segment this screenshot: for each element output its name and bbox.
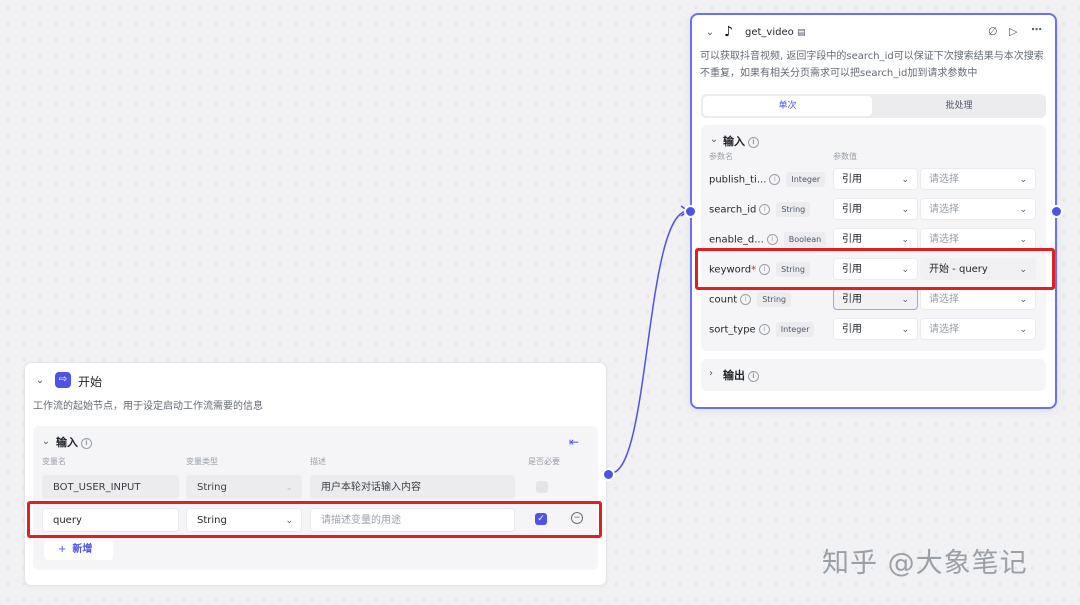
collapse-chevron-icon[interactable]: ⌄ — [34, 375, 46, 386]
info-icon: i — [766, 234, 778, 245]
param-value-select[interactable]: 请选择 ⌄ — [920, 318, 1036, 340]
variable-type-select: String ⌄ — [186, 475, 302, 499]
start-node-title: 开始 — [78, 375, 103, 389]
get-video-description: 可以获取抖音视频, 返回字段中的search_id可以保证下次搜索结果与本次搜索… — [700, 51, 1044, 79]
param-type-tag: String — [776, 202, 811, 217]
input-collapse-chevron-icon[interactable]: ⌄ — [40, 436, 52, 447]
import-icon[interactable]: ⇤ — [569, 435, 579, 449]
info-icon: i — [740, 294, 752, 305]
info-icon: i — [748, 370, 759, 382]
column-header-type: 变量类型 — [186, 457, 218, 466]
column-header-name: 变量名 — [42, 457, 66, 466]
column-header-param-value: 参数值 — [833, 152, 857, 161]
highlight-box-query-row — [27, 501, 602, 538]
param-name: count i String — [709, 292, 792, 307]
param-value-select[interactable]: 请选择 ⌄ — [920, 228, 1036, 250]
param-name: publish_ti... i Integer — [709, 172, 826, 187]
column-header-param-name: 参数名 — [709, 152, 733, 161]
param-type-tag: String — [757, 292, 792, 307]
param-mode-select[interactable]: 引用 ⌄ — [833, 228, 918, 250]
param-type-tag: Integer — [786, 172, 826, 187]
column-header-required: 是否必要 — [528, 457, 560, 466]
param-mode-select[interactable]: 引用 ⌄ — [833, 288, 918, 310]
param-mode-select[interactable]: 引用 ⌄ — [833, 198, 918, 220]
param-type-tag: Integer — [775, 322, 815, 337]
param-mode-select[interactable]: 引用 ⌄ — [833, 168, 918, 190]
param-name: sort_type i Integer — [709, 322, 815, 337]
param-value-select[interactable]: 请选择 ⌄ — [920, 168, 1036, 190]
no-bell-icon[interactable]: ∅ — [988, 25, 998, 38]
param-mode-select[interactable]: 引用 ⌄ — [833, 318, 918, 340]
param-name: search_id i String — [709, 202, 811, 217]
input-section-title: 输入 i — [56, 434, 92, 450]
input-section-title: 输入 i — [723, 133, 759, 149]
get-video-input-port[interactable] — [684, 205, 697, 218]
param-value-select[interactable]: 请选择 ⌄ — [920, 288, 1036, 310]
variable-description-field: 用户本轮对话输入内容 — [310, 475, 515, 499]
output-expand-chevron-icon[interactable]: › — [709, 368, 713, 379]
database-icon: ▤ — [796, 28, 806, 38]
tiktok-icon: ♪ — [724, 24, 733, 40]
param-name: enable_d... i Boolean — [709, 232, 827, 247]
plus-icon: + — [58, 544, 67, 555]
highlight-box-keyword-row — [695, 248, 1055, 290]
info-icon: i — [759, 204, 771, 215]
watermark: 知乎 @大象笔记 — [822, 548, 1028, 579]
tab-batch[interactable]: 批处理 — [874, 96, 1044, 116]
start-node-description: 工作流的起始节点，用于设定启动工作流需要的信息 — [33, 401, 263, 412]
info-icon: i — [758, 324, 770, 335]
input-collapse-chevron-icon[interactable]: ⌄ — [708, 134, 720, 145]
start-output-port[interactable] — [602, 468, 615, 481]
add-variable-button[interactable]: + 新增 — [44, 540, 113, 560]
tab-single[interactable]: 单次 — [703, 96, 872, 116]
more-icon[interactable]: ⋯ — [1031, 23, 1042, 36]
info-icon: i — [81, 437, 92, 449]
column-header-description: 描述 — [310, 457, 326, 466]
start-icon: ⇨ — [55, 372, 71, 388]
required-checkbox — [536, 481, 548, 493]
collapse-chevron-icon[interactable]: ⌄ — [704, 27, 716, 38]
param-type-tag: Boolean — [783, 232, 827, 247]
variable-name-field: BOT_USER_INPUT — [42, 475, 179, 499]
get-video-title: get_video ▤ — [745, 27, 806, 38]
output-section-title: 输出 i — [723, 367, 759, 383]
param-value-select[interactable]: 请选择 ⌄ — [920, 198, 1036, 220]
get-video-output-port[interactable] — [1050, 205, 1063, 218]
info-icon: i — [769, 174, 781, 185]
run-icon[interactable]: ▷ — [1009, 25, 1017, 38]
info-icon: i — [748, 136, 759, 148]
